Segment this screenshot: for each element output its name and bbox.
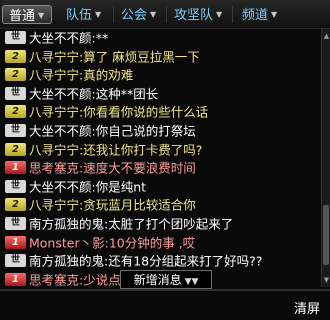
team-channel-badge: 2 xyxy=(5,198,26,212)
world-channel-badge: 世 xyxy=(5,254,26,268)
chat-message[interactable]: 世南方孤独的鬼:还有18分组起来打了好吗?? xyxy=(0,252,321,271)
chat-message[interactable]: 1 思考塞克:速度大不要浪费时间 xyxy=(0,159,321,178)
guild-channel-badge: 1 xyxy=(5,235,26,249)
message-text: 贪玩蓝月比较适合你 xyxy=(83,197,196,213)
message-text: 真的劝难 xyxy=(83,67,134,83)
message-sender[interactable]: 南方孤独的鬼 xyxy=(29,216,104,231)
message-sender[interactable]: 大坐不不颜 xyxy=(29,31,92,46)
message-text: 还我让你打卡费了吗? xyxy=(83,142,203,158)
tab-label: 公会 xyxy=(121,8,148,23)
message-sender[interactable]: 八寻宁宁 xyxy=(29,105,79,120)
double-chevron-down-icon: ▼▼ xyxy=(184,277,199,287)
tab-divider xyxy=(113,6,114,23)
chat-message[interactable]: 世大坐不不颜:** xyxy=(0,29,321,48)
chat-message[interactable]: 2 八寻宁宁:贪玩蓝月比较适合你 xyxy=(0,196,321,215)
chevron-down-icon: ▼ xyxy=(271,10,278,19)
message-sender[interactable]: 八寻宁宁 xyxy=(29,68,79,83)
tab-team[interactable]: 队伍 ▼ xyxy=(60,5,110,24)
message-sender[interactable]: 大坐不不颜 xyxy=(29,86,92,101)
message-text: 速度大不要浪费时间 xyxy=(83,160,196,176)
message-sender[interactable]: 大坐不不颜 xyxy=(29,179,92,194)
chevron-down-icon: ▼ xyxy=(150,10,157,19)
chat-message[interactable]: 世大坐不不颜:这种**团长 xyxy=(0,85,321,104)
message-text: 你是纯nt xyxy=(95,179,147,195)
message-text: 你自己说的打祭坛 xyxy=(95,123,196,139)
scrollbar-thumb[interactable] xyxy=(323,205,329,265)
chat-message[interactable]: 世大坐不不颜:你自己说的打祭坛 xyxy=(0,122,321,141)
chat-message[interactable]: 世大坐不不颜:你是纯nt xyxy=(0,178,321,197)
message-sender[interactable]: 八寻宁宁 xyxy=(29,198,79,213)
chat-message[interactable]: 1 Monster丶影:10分钟的事 ,哎 xyxy=(0,234,321,253)
world-channel-badge: 世 xyxy=(5,216,26,230)
message-sender[interactable]: 南方孤独的鬼 xyxy=(29,254,104,269)
chevron-down-icon: ▼ xyxy=(38,11,45,20)
world-channel-badge: 世 xyxy=(5,179,26,193)
message-sender[interactable]: 思考塞克 xyxy=(29,272,79,287)
tab-label: 普通 xyxy=(9,9,36,24)
message-text: 算了 麻烦豆拉黑一下 xyxy=(83,49,200,65)
world-channel-badge: 世 xyxy=(5,31,26,44)
message-text: 还有18分组起来打了好吗?? xyxy=(108,253,263,269)
chevron-down-icon: ▼ xyxy=(95,10,102,19)
guild-channel-badge: 1 xyxy=(5,161,26,175)
chat-message[interactable]: 2 八寻宁宁:真的劝难 xyxy=(0,66,321,85)
chat-message[interactable]: 2 八寻宁宁:还我让你打卡费了吗? xyxy=(0,141,321,160)
tab-label: 队伍 xyxy=(66,8,93,23)
team-channel-badge: 2 xyxy=(5,142,26,156)
message-text: 这种**团长 xyxy=(95,86,159,102)
chat-message-list[interactable]: 世大坐不不颜:** 2 八寻宁宁:算了 麻烦豆拉黑一下 2 八寻宁宁:真的劝难世大坐不不… xyxy=(0,29,321,287)
message-text: 10分钟的事 ,哎 xyxy=(108,235,196,251)
chat-message[interactable]: 世南方孤独的鬼:太脏了打个团吵起来了 xyxy=(0,215,321,234)
tab-divider xyxy=(166,6,167,23)
scroll-down-icon[interactable]: ▼ xyxy=(322,275,330,285)
world-channel-badge: 世 xyxy=(5,123,26,137)
chat-scrollbar[interactable]: ▲ ▼ xyxy=(321,29,330,287)
chat-message[interactable]: 2 八寻宁宁:你看看你说的些什么话 xyxy=(0,103,321,122)
new-messages-label: 新增消息 xyxy=(133,273,182,287)
tab-label: 攻坚队 xyxy=(174,8,214,23)
team-channel-badge: 2 xyxy=(5,49,26,63)
scroll-up-icon[interactable]: ▲ xyxy=(322,31,330,41)
message-text: ** xyxy=(95,30,109,46)
tab-guild[interactable]: 公会 ▼ xyxy=(115,5,165,24)
tab-channel[interactable]: 频道 ▼ xyxy=(236,5,294,24)
tab-normal[interactable]: 普通 ▼ xyxy=(2,5,52,24)
chat-channel-tabs: 普通 ▼ 队伍 ▼ 公会 ▼ 攻坚队 ▼ 频道 ▼ xyxy=(0,0,330,29)
tab-divider xyxy=(232,6,233,23)
message-sender[interactable]: 八寻宁宁 xyxy=(29,49,79,64)
tab-label: 频道 xyxy=(242,8,269,23)
team-channel-badge: 2 xyxy=(5,68,26,82)
tab-raid[interactable]: 攻坚队 ▼ xyxy=(168,5,230,24)
new-messages-button[interactable]: 新增消息 ▼▼ xyxy=(120,270,212,289)
message-sender[interactable]: Monster丶影 xyxy=(29,235,105,250)
message-text: 你看看你说的些什么话 xyxy=(83,104,209,120)
chevron-down-icon: ▼ xyxy=(216,10,223,19)
message-sender[interactable]: 大坐不不颜 xyxy=(29,123,92,138)
guild-channel-badge: 1 xyxy=(5,272,26,286)
team-channel-badge: 2 xyxy=(5,105,26,119)
chat-divider xyxy=(0,289,330,291)
clear-screen-button[interactable]: 清屏 xyxy=(294,298,320,317)
message-sender[interactable]: 八寻宁宁 xyxy=(29,142,79,157)
world-channel-badge: 世 xyxy=(5,86,26,100)
message-text: 太脏了打个团吵起来了 xyxy=(108,216,234,232)
chat-message[interactable]: 2 八寻宁宁:算了 麻烦豆拉黑一下 xyxy=(0,48,321,67)
message-sender[interactable]: 思考塞克 xyxy=(29,161,79,176)
